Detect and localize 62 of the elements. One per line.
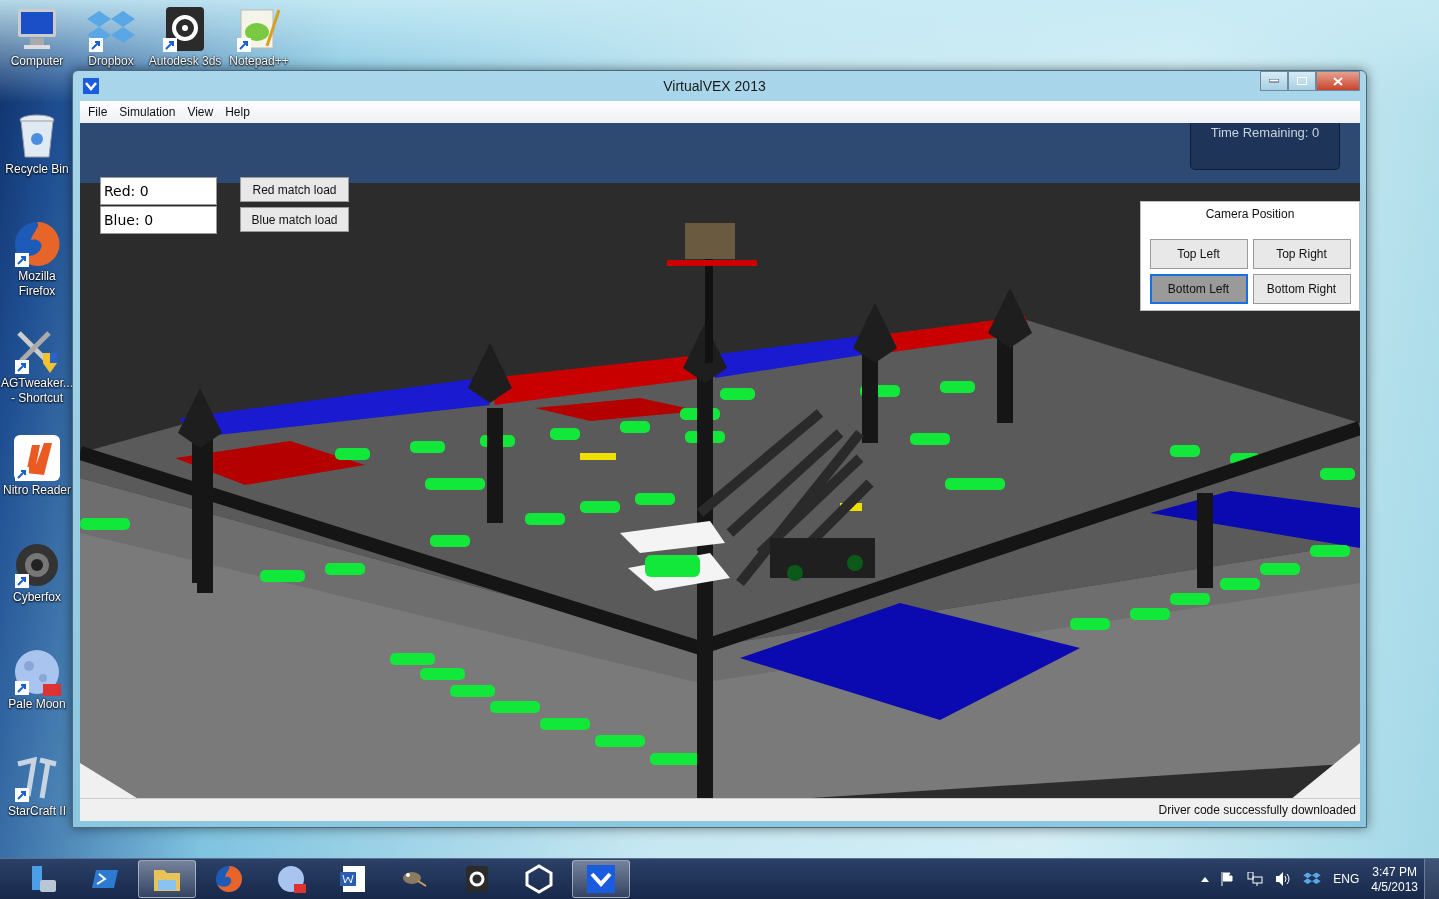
fox-globe-icon	[214, 864, 244, 894]
time-remaining-text: Time Remaining: 0	[1210, 125, 1320, 142]
shortcut-arrow-icon	[15, 253, 29, 267]
chevron-tile-icon	[586, 864, 616, 894]
shortcut-arrow-icon	[15, 681, 29, 695]
menu-item[interactable]: Help	[219, 105, 256, 119]
desktop-icon-label[interactable]: Computer	[0, 54, 74, 69]
show-desktop-button[interactable]	[1424, 859, 1439, 899]
camera-position-button[interactable]: Top Right	[1252, 239, 1351, 269]
clock-date[interactable]: 4/5/2013	[1371, 879, 1418, 894]
match-load-button[interactable]: Blue match load	[240, 207, 349, 232]
camera-position-button[interactable]: Top Left	[1149, 239, 1248, 269]
score-field: Red: 0	[100, 177, 217, 205]
shortcut-arrow-icon	[163, 38, 177, 52]
box-icon	[1303, 871, 1322, 887]
cube-outline-icon	[524, 864, 554, 894]
desktop-icon-label[interactable]: AGTweaker... - Shortcut	[0, 376, 74, 406]
match-load-button[interactable]: Red match load	[240, 177, 349, 202]
shortcut-arrow-icon	[15, 574, 29, 588]
desktop-icon-label[interactable]: Pale Moon	[0, 697, 74, 712]
camera-position-button[interactable]: Bottom Right	[1252, 274, 1351, 304]
network-icon	[1247, 872, 1264, 886]
minimize-icon	[1269, 79, 1279, 83]
close-button[interactable]	[1316, 71, 1360, 91]
document-tile-icon	[14, 435, 60, 481]
fox-globe-icon	[13, 220, 61, 268]
shortcut-arrow-icon	[15, 467, 29, 481]
desktop-icon-label[interactable]: Recycle Bin	[0, 162, 74, 177]
flag-icon	[1221, 872, 1236, 886]
desktop-icon-label[interactable]: Cyberfox	[0, 590, 74, 605]
desktop-icon-label[interactable]: Nitro Reader	[0, 483, 74, 498]
camera-position-button[interactable]: Bottom Left	[1149, 274, 1248, 304]
trash-bin-icon	[17, 113, 57, 161]
helmet-icon	[14, 542, 60, 588]
shortcut-arrow-icon	[89, 38, 103, 52]
shortcut-arrow-icon	[15, 360, 29, 374]
shortcut-arrow-icon	[15, 788, 29, 802]
window-title: VirtualVEX 2013	[662, 78, 766, 94]
notepad-icon	[237, 6, 281, 52]
maximize-icon	[1297, 77, 1307, 85]
clock-time[interactable]: 3:47 PM	[1372, 864, 1417, 879]
chevron-tile-icon	[83, 78, 99, 94]
spiral-tile-icon	[165, 6, 205, 52]
speaker-icon	[1275, 872, 1292, 886]
menu-item[interactable]: File	[82, 105, 114, 119]
close-icon	[1333, 76, 1343, 86]
menu-item[interactable]: View	[181, 105, 220, 119]
moon-icon	[276, 864, 306, 894]
maximize-button[interactable]	[1288, 71, 1316, 91]
document-w-icon	[338, 864, 368, 894]
minimize-button[interactable]	[1260, 71, 1288, 91]
caret-up-icon	[1201, 876, 1210, 882]
desktop-icon-label[interactable]: Mozilla Firefox	[0, 269, 74, 299]
score-field: Blue: 0	[100, 206, 217, 234]
moon-icon	[13, 648, 61, 696]
menu-item[interactable]: Simulation	[113, 105, 182, 119]
language-indicator[interactable]: ENG	[1333, 872, 1360, 886]
status-text: Driver code successfully downloaded	[1158, 803, 1356, 817]
camera-panel-title: Camera Position	[1205, 207, 1295, 221]
taskbar-button[interactable]	[572, 860, 630, 898]
desktop-icon-label[interactable]: StarCraft II	[0, 804, 74, 819]
shortcut-arrow-icon	[237, 38, 251, 52]
